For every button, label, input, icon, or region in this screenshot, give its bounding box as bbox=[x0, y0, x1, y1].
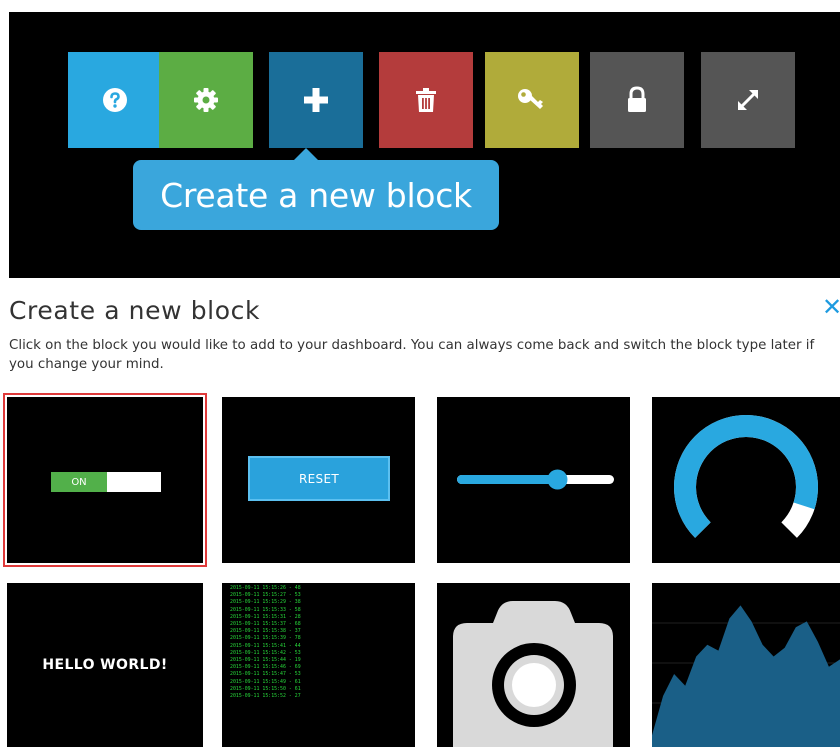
tile-log[interactable]: 2015-09-11 15:15:26 - 48 2015-09-11 15:15… bbox=[222, 583, 415, 747]
log-line: 2015-09-11 15:15:31 - 28 bbox=[230, 613, 301, 620]
dialog-title: Create a new block bbox=[9, 296, 261, 325]
lock-button[interactable] bbox=[590, 52, 684, 148]
area-chart-preview bbox=[652, 605, 840, 747]
tile-text[interactable]: HELLO WORLD! bbox=[7, 583, 203, 747]
add-block-button[interactable] bbox=[269, 52, 363, 148]
close-icon[interactable]: ✕ bbox=[822, 293, 840, 321]
log-line: 2015-09-11 15:15:47 - 53 bbox=[230, 671, 301, 678]
toggle-on-label: ON bbox=[51, 472, 107, 492]
log-line: 2015-09-11 15:15:39 - 78 bbox=[230, 635, 301, 642]
log-line: 2015-09-11 15:15:38 - 37 bbox=[230, 628, 301, 635]
toggle-switch: ON bbox=[51, 472, 161, 492]
tile-chart[interactable] bbox=[652, 583, 840, 747]
log-line: 2015-09-11 15:15:26 - 48 bbox=[230, 585, 301, 591]
log-line: 2015-09-11 15:15:41 - 44 bbox=[230, 642, 301, 649]
slider-preview bbox=[457, 469, 614, 490]
gear-icon bbox=[194, 88, 218, 112]
toolbar-panel: Create a new block bbox=[9, 12, 840, 278]
log-line: 2015-09-11 15:15:44 - 19 bbox=[230, 657, 301, 664]
toggle-off-area bbox=[107, 472, 161, 492]
help-button[interactable] bbox=[68, 52, 162, 148]
lock-icon bbox=[628, 86, 646, 112]
log-line: 2015-09-11 15:15:29 - 38 bbox=[230, 599, 301, 606]
log-line: 2015-09-11 15:15:42 - 53 bbox=[230, 649, 301, 656]
dialog-description: Click on the block you would like to add… bbox=[9, 338, 815, 372]
trash-icon bbox=[416, 88, 436, 112]
log-line: 2015-09-11 15:15:46 - 69 bbox=[230, 664, 301, 671]
tile-camera[interactable] bbox=[437, 583, 630, 747]
plus-icon bbox=[304, 88, 328, 112]
gauge-preview bbox=[674, 415, 818, 538]
settings-button[interactable] bbox=[159, 52, 253, 148]
key-icon bbox=[518, 89, 543, 109]
expand-icon bbox=[738, 90, 758, 110]
log-line: 2015-09-11 15:15:52 - 27 bbox=[230, 693, 301, 700]
log-line: 2015-09-11 15:15:27 - 53 bbox=[230, 592, 301, 599]
question-icon bbox=[103, 88, 127, 112]
key-button[interactable] bbox=[485, 52, 579, 148]
tooltip: Create a new block bbox=[133, 148, 499, 230]
reset-button-preview: RESET bbox=[248, 456, 390, 501]
tile-toggle[interactable]: ON bbox=[3, 393, 207, 567]
camera-icon bbox=[453, 601, 613, 747]
log-line: 2015-09-11 15:15:37 - 68 bbox=[230, 621, 301, 628]
fullscreen-button[interactable] bbox=[701, 52, 795, 148]
slider-track-fill bbox=[457, 475, 558, 484]
log-line: 2015-09-11 15:15:33 - 58 bbox=[230, 606, 301, 613]
tooltip-arrow bbox=[293, 148, 319, 161]
tile-button[interactable]: RESET bbox=[222, 397, 415, 563]
hello-world-text: HELLO WORLD! bbox=[42, 657, 168, 673]
tile-slider[interactable] bbox=[437, 397, 630, 563]
tooltip-text: Create a new block bbox=[160, 175, 472, 215]
log-lines: 2015-09-11 15:15:26 - 48 2015-09-11 15:15… bbox=[230, 585, 301, 700]
log-line: 2015-09-11 15:15:50 - 61 bbox=[230, 685, 301, 692]
area-series bbox=[652, 605, 840, 747]
slider-knob bbox=[547, 469, 568, 490]
tile-gauge[interactable] bbox=[652, 397, 840, 563]
delete-button[interactable] bbox=[379, 52, 473, 148]
log-line: 2015-09-11 15:15:49 - 61 bbox=[230, 678, 301, 685]
